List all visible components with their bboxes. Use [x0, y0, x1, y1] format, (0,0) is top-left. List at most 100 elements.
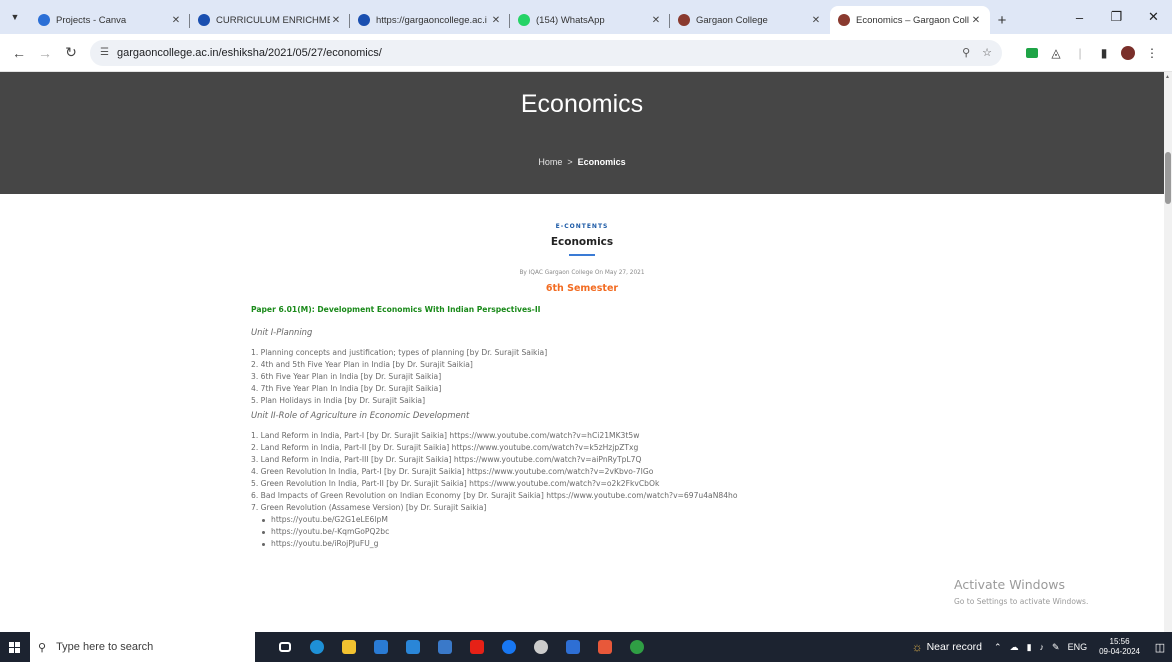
post-category-link[interactable]: E-CONTENTS	[0, 223, 1164, 230]
zoom-icon[interactable]: ⚲	[962, 46, 970, 59]
pen-icon[interactable]: ✎	[1052, 642, 1060, 653]
profile-avatar[interactable]	[1116, 41, 1140, 65]
address-bar[interactable]: ☰ gargaoncollege.ac.in/eshiksha/2021/05/…	[90, 39, 1002, 66]
url-text[interactable]: gargaoncollege.ac.in/eshiksha/2021/05/27…	[117, 47, 950, 59]
breadcrumb-current: Economics	[577, 157, 626, 167]
tab-title: https://gargaoncollege.ac.i	[376, 14, 487, 26]
browser-tab[interactable]: https://gargaoncollege.ac.i ✕	[350, 6, 510, 34]
tab-title: (154) WhatsApp	[536, 14, 605, 26]
list-item-text: 4. Green Revolution In India, Part-I [by…	[251, 467, 654, 476]
bookmark-star-icon[interactable]: ☆	[982, 46, 992, 59]
language-indicator[interactable]: ENG	[1068, 642, 1088, 652]
video-link-item[interactable]: https://youtu.be/-KqmGoPQ2bc	[262, 526, 389, 538]
store-icon[interactable]	[365, 632, 397, 662]
volume-icon[interactable]: ♪	[1040, 642, 1045, 652]
scroll-up-arrow-icon[interactable]: ▲	[1165, 74, 1170, 80]
tab-close-icon[interactable]: ✕	[810, 15, 822, 26]
whatsapp-icon	[518, 14, 530, 26]
paper-heading: Paper 6.01(M): Development Economics Wit…	[251, 305, 541, 314]
tab-close-icon[interactable]: ✕	[330, 15, 342, 26]
semester-heading: 6th Semester	[545, 283, 619, 294]
site-info-icon[interactable]: ☰	[100, 47, 109, 58]
network-icon[interactable]: ☁	[1010, 642, 1019, 653]
browser-menu-icon[interactable]: ⋮	[1140, 41, 1164, 65]
reload-button[interactable]: ↻	[58, 40, 84, 66]
back-button[interactable]: ←	[6, 40, 32, 66]
list-item: 4. 7th Five Year Plan In India [by Dr. S…	[251, 383, 547, 395]
battery-icon[interactable]: ▮	[1027, 642, 1032, 653]
browser-tab[interactable]: (154) WhatsApp ✕	[510, 6, 670, 34]
breadcrumb: Home > Economics	[0, 157, 1164, 167]
breadcrumb-home-link[interactable]: Home	[538, 157, 562, 167]
youtube-icon[interactable]	[461, 632, 493, 662]
show-hidden-icons-chevron-icon[interactable]: ⌃	[994, 642, 1002, 653]
close-window-button[interactable]: ✕	[1135, 0, 1172, 34]
list-item: 2. Land Reform in India, Part-II [by Dr.…	[251, 442, 738, 454]
link-text[interactable]: https://youtu.be/iRojPJuFU_g	[271, 539, 378, 548]
list-item-text: 6. Bad Impacts of Green Revolution on In…	[251, 491, 738, 500]
tab-search-chevron-icon[interactable]: ▼	[0, 0, 30, 34]
title-underline	[569, 254, 595, 256]
list-item-text: 3. 6th Five Year Plan in India [by Dr. S…	[251, 372, 442, 381]
scrollbar-thumb[interactable]	[1165, 152, 1171, 204]
forward-button[interactable]: →	[32, 40, 58, 66]
windows-taskbar: ⚲ Type here to search ☼ Near record ⌃ ☁ …	[0, 632, 1172, 662]
weather-text[interactable]: Near record	[927, 641, 982, 653]
video-link-item[interactable]: https://youtu.be/iRojPJuFU_g	[262, 538, 389, 550]
extensions-puzzle-icon[interactable]: ◬	[1044, 41, 1068, 65]
post-meta: By IQAC Gargaon College On May 27, 2021	[519, 270, 645, 276]
list-item: 6. Bad Impacts of Green Revolution on In…	[251, 490, 738, 502]
browser-tab[interactable]: CURRICULUM ENRICHMEN ✕	[190, 6, 350, 34]
mail-icon[interactable]	[397, 632, 429, 662]
list-item-text: 1. Planning concepts and justification; …	[251, 348, 548, 357]
start-button[interactable]	[0, 632, 28, 662]
link-text[interactable]: https://youtu.be/-KqmGoPQ2bc	[271, 527, 389, 536]
side-panel-icon[interactable]: ▮	[1092, 41, 1116, 65]
link-text[interactable]: https://youtu.be/G2G1eLE6lpM	[271, 515, 388, 524]
tab-close-icon[interactable]: ✕	[170, 15, 182, 26]
college-logo-icon	[838, 14, 850, 26]
tabs: Projects - Canva ✕ CURRICULUM ENRICHMEN ✕ ht…	[30, 6, 990, 34]
settings-icon[interactable]	[525, 632, 557, 662]
taskbar-search-box[interactable]: ⚲ Type here to search	[30, 632, 255, 662]
page-header-banner: Economics Home > Economics	[0, 72, 1164, 194]
list-item: 5. Plan Holidays in India [by Dr. Suraji…	[251, 395, 547, 407]
list-item: 7. Green Revolution (Assamese Version) […	[251, 502, 738, 514]
edge-icon[interactable]	[301, 632, 333, 662]
browser-tab[interactable]: Projects - Canva ✕	[30, 6, 190, 34]
chrome-icon[interactable]	[621, 632, 653, 662]
list-item-text: 5. Green Revolution In India, Part-II [b…	[251, 479, 660, 488]
canva-icon	[38, 14, 50, 26]
globe-icon	[358, 14, 370, 26]
watermark-title: Activate Windows	[954, 577, 1065, 592]
browser-tab[interactable]: Gargaon College ✕	[670, 6, 830, 34]
file-explorer-icon[interactable]	[333, 632, 365, 662]
extension-green-icon[interactable]	[1020, 41, 1044, 65]
browser-tab-strip: ▼ Projects - Canva ✕ CURRICULUM ENRICHMEN ✕…	[0, 0, 1172, 34]
page-scrollbar[interactable]: ▲	[1164, 72, 1172, 632]
clock[interactable]: 15:56 09-04-2024	[1099, 637, 1140, 657]
tab-title: Gargaon College	[696, 14, 768, 26]
maximize-button[interactable]: ❐	[1098, 0, 1135, 34]
weather-icon[interactable]: ☼	[912, 640, 923, 654]
unit-2-link-list: https://youtu.be/G2G1eLE6lpM https://yout…	[262, 514, 389, 550]
calculator-icon[interactable]	[429, 632, 461, 662]
task-view-icon[interactable]	[269, 632, 301, 662]
snipping-tool-icon[interactable]	[589, 632, 621, 662]
tab-close-icon[interactable]: ✕	[490, 15, 502, 26]
tab-close-icon[interactable]: ✕	[650, 15, 662, 26]
clock-time: 15:56	[1109, 637, 1130, 646]
notification-icon[interactable]: ◫	[1148, 641, 1172, 654]
windows-logo-icon	[8, 641, 20, 653]
browser-tab[interactable]: Economics – Gargaon Coll ✕	[830, 6, 990, 34]
photos-icon[interactable]	[557, 632, 589, 662]
unit-1-list: 1. Planning concepts and justification; …	[251, 347, 547, 407]
unit-2-heading: Unit II-Role of Agriculture in Economic …	[251, 410, 470, 420]
system-tray: ☼ Near record ⌃ ☁ ▮ ♪ ✎ ENG 15:56 09-04-…	[912, 632, 1172, 662]
minimize-button[interactable]: –	[1061, 0, 1098, 34]
tab-close-icon[interactable]: ✕	[970, 15, 982, 26]
video-link-item[interactable]: https://youtu.be/G2G1eLE6lpM	[262, 514, 389, 526]
new-tab-button[interactable]: +	[990, 6, 1014, 34]
facebook-icon[interactable]	[493, 632, 525, 662]
list-item: 3. Land Reform in India, Part-III [by Dr…	[251, 454, 738, 466]
